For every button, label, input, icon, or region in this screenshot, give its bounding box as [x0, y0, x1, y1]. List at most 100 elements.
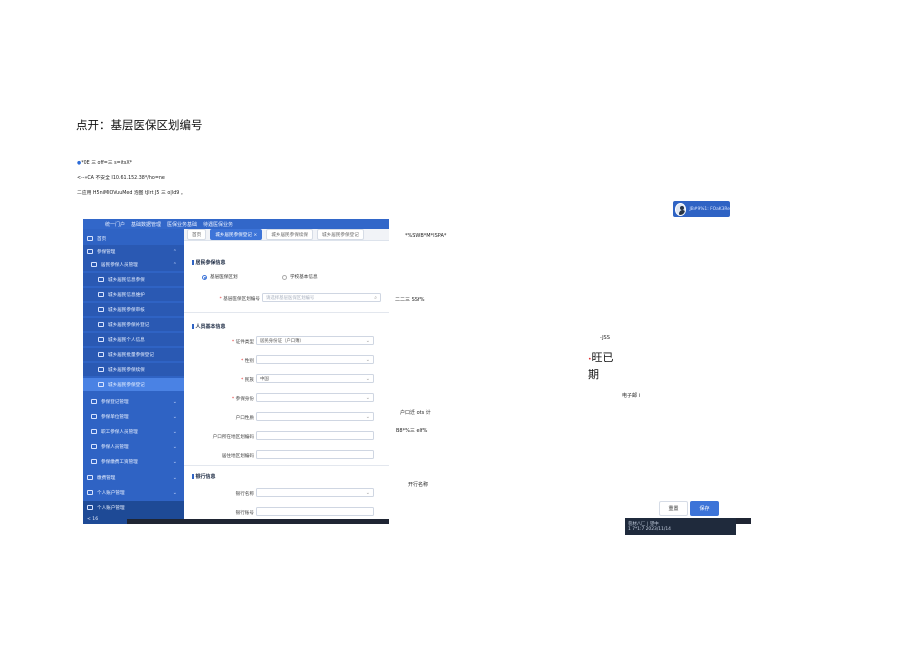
chevron-down-icon: ⌄	[172, 398, 177, 405]
topnav-treatment[interactable]: 待遇医保业务	[203, 221, 233, 228]
doc-line-3: 二应用 H5niMIOVuuMed 泡图 tJlrt J5 三 o|ld9 。	[77, 191, 186, 196]
sidebar-item[interactable]: 参保登记管理 ⌄	[83, 395, 184, 408]
chevron-down-icon: ⌄	[172, 458, 177, 465]
gender-select[interactable]: ⌄	[256, 355, 374, 364]
sidebar-subitem[interactable]: 城乡居民批量参保登记	[83, 348, 184, 361]
sidebar-item-insured[interactable]: 参保管理 ⌃	[83, 245, 184, 258]
sidebar-subitem[interactable]: 城乡居民参保续保	[83, 363, 184, 376]
sidebar-item[interactable]: 参保单位管理 ⌄	[83, 410, 184, 423]
sidebar-subitem[interactable]: 城乡居民个人信息	[83, 333, 184, 346]
chevron-down-icon: ⌄	[172, 413, 177, 420]
doc-icon	[98, 352, 104, 357]
doc-icon	[98, 292, 104, 297]
sidebar-item[interactable]: 参保人员管理 ⌄	[83, 440, 184, 453]
sidebar-item-home[interactable]: 首页	[83, 232, 184, 245]
top-nav: 统一门户 基础数据管理 医保业务基础 待遇医保业务	[83, 219, 389, 229]
sidebar-subitem[interactable]: 城乡居民参保审核	[83, 303, 184, 316]
tab-register-active[interactable]: 城乡居民参保登记 ×	[210, 229, 263, 240]
doc-line-1: ●*0E 三 off=三 s=itsX*	[77, 161, 133, 166]
bank-label: 银行名称	[235, 492, 254, 497]
fragment-b8-label: B8*%三 elf%	[396, 428, 428, 434]
sidebar-item-resident[interactable]: 居民参保人员管理 ⌃	[83, 258, 184, 271]
live-region-input[interactable]	[256, 450, 374, 459]
ethnic-select[interactable]: 中国 ⌄	[256, 374, 374, 383]
id-type-select[interactable]: 居民身份证（户口簿） ⌄	[256, 336, 374, 345]
sidebar-subitem[interactable]: 城乡居民信息维护	[83, 288, 184, 301]
fragment-jss-label: -JSS	[600, 335, 610, 341]
sidebar-subitem[interactable]: 城乡居民信息参保	[83, 273, 184, 286]
radio-option-school[interactable]: 学校基本信息	[282, 274, 318, 280]
bank-select[interactable]: ⌄	[256, 488, 374, 497]
bank-account-input[interactable]	[256, 507, 374, 516]
doc-icon	[98, 367, 104, 372]
hukou-label: 户口性质	[235, 416, 254, 421]
main-content: 首页 城乡居民参保登记 × 城乡居民参保续保 城乡居民参保登记 居民参保信息 基…	[184, 229, 389, 524]
doc-icon	[98, 277, 104, 282]
hukou-select[interactable]: ⌄	[256, 412, 374, 421]
tab-register[interactable]: 城乡居民参保登记	[317, 229, 364, 240]
hukou-region-input[interactable]	[256, 431, 374, 440]
avatar	[675, 202, 687, 216]
sidebar-item[interactable]: 个人账户管理 ⌄	[83, 486, 184, 499]
topnav-basic-data[interactable]: 基础数据管理	[131, 221, 161, 228]
sidebar: 首页 参保管理 ⌃ 居民参保人员管理 ⌃ 城乡居民信息参保 城乡居民信息维护 城乡居…	[83, 229, 184, 524]
taskbar: 苞材八匚 | 望中 1 7*1:7 2023/11/14	[625, 518, 736, 535]
radio-unchecked-icon	[282, 274, 287, 280]
topnav-portal[interactable]: 统一门户	[105, 221, 125, 228]
doc-icon	[98, 322, 104, 327]
topnav-business[interactable]: 医保业务基础	[167, 221, 197, 228]
tab-renew[interactable]: 城乡居民参保续保	[266, 229, 314, 240]
reset-button[interactable]: 重置	[659, 501, 688, 516]
live-region-label: 居住地区划编码	[221, 454, 254, 459]
chevron-down-icon: ⌄	[365, 356, 370, 363]
fragment-hukou-label: 户口迁 ots 计	[400, 410, 431, 416]
sidebar-item[interactable]: 缴费管理 ⌄	[83, 471, 184, 484]
fragment-big-text: •旺已期	[588, 351, 614, 381]
chevron-down-icon: ⌄	[365, 489, 370, 496]
radio-checked-icon	[202, 274, 207, 280]
chevron-down-icon: ⌄	[172, 428, 177, 435]
hukou-region-label: 户口所在地区划编码	[212, 435, 254, 440]
divider	[184, 312, 389, 313]
gender-label: * 性别	[241, 359, 254, 364]
folder-icon	[91, 459, 97, 464]
folder-icon	[91, 399, 97, 404]
save-button[interactable]: 保存	[690, 501, 719, 516]
chevron-down-icon: ⌄	[172, 443, 177, 450]
folder-icon	[91, 444, 97, 449]
folder-icon	[91, 429, 97, 434]
ethnic-label: * 民族	[241, 378, 254, 383]
taskbar-line-2: 1 7*1:7 2023/11/14	[628, 527, 671, 532]
region-code-input[interactable]: 请选择基层医保区划编号 ⌕	[262, 293, 381, 302]
user-name: JB#9%1: FOaK3Re	[689, 206, 730, 212]
doc-icon	[98, 382, 104, 387]
folder-icon	[91, 262, 97, 267]
app-screenshot: 统一门户 基础数据管理 医保业务基础 待遇医保业务 首页 参保管理 ⌃ 居民参保人…	[83, 219, 389, 524]
chevron-down-icon: ⌄	[365, 413, 370, 420]
search-icon[interactable]: ⌕	[374, 295, 377, 301]
sidebar-subitem[interactable]: 城乡居民参保补登记	[83, 318, 184, 331]
fragment-ssf-label: 二二三 SSf%	[395, 297, 425, 303]
tab-home[interactable]: 首页	[187, 229, 207, 240]
code-label: * 基层医保区划编号	[219, 297, 260, 302]
status-label: * 参保身份	[231, 397, 254, 402]
chevron-down-icon: ⌄	[365, 337, 370, 344]
doc-icon	[98, 337, 104, 342]
home-icon	[87, 236, 93, 241]
tab-bar: 首页 城乡居民参保登记 × 城乡居民参保续保 城乡居民参保登记	[184, 229, 389, 241]
chevron-up-icon: ⌃	[172, 248, 177, 255]
radio-option-region[interactable]: 基层医保区划	[202, 274, 238, 280]
fragment-bank-label: 开行名称	[408, 482, 429, 488]
sidebar-subitem-active[interactable]: 城乡居民参保登记	[83, 378, 184, 391]
section-basic: 居民参保信息	[192, 259, 226, 266]
doc-icon	[98, 307, 104, 312]
id-type-label: * 证件类型	[231, 340, 254, 345]
doc-line-2: <--»CA 不安全 I10.61.152.38*/ho=ne	[77, 176, 165, 181]
divider	[184, 465, 389, 466]
fragment-email-label: 电子邮 i	[622, 393, 640, 399]
chevron-down-icon: ⌄	[365, 394, 370, 401]
sidebar-item[interactable]: 参保缴费工资管理 ⌄	[83, 455, 184, 468]
user-chip[interactable]: JB#9%1: FOaK3Re	[673, 201, 730, 217]
status-select[interactable]: ⌄	[256, 393, 374, 402]
sidebar-item[interactable]: 职工参保人员管理 ⌄	[83, 425, 184, 438]
